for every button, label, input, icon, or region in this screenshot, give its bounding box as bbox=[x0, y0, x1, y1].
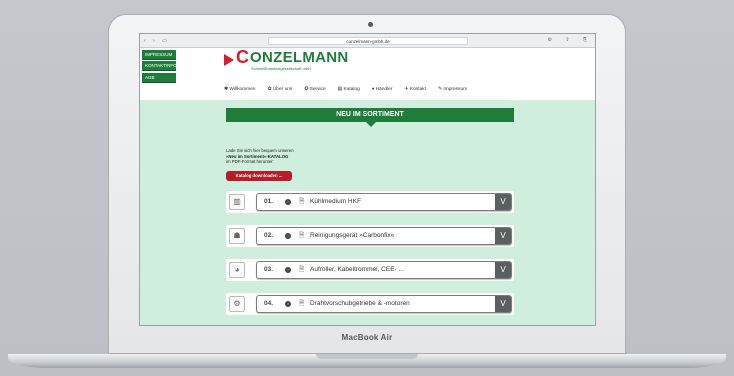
browser-toolbar: ‹ › ▭ conzelmann-gmbh.de ⚙ ⇪ ⎘ bbox=[140, 34, 595, 48]
menu-item-service[interactable]: ✪ Service bbox=[304, 87, 325, 92]
intro-text: Lade Sie sich hier bequem unseren »Neu i… bbox=[226, 148, 294, 165]
laptop-notch bbox=[316, 354, 418, 359]
item-number: 03. bbox=[264, 266, 274, 273]
list-item: ▥ 01. › 🗎 Kühlmedium HKF V bbox=[226, 191, 514, 213]
item-number: 04. bbox=[264, 300, 274, 307]
intro-line-3: im PDF-Format herunter: bbox=[226, 159, 274, 165]
browser-tools-icons[interactable]: ⚙ ⇪ ⎘ bbox=[548, 37, 593, 43]
side-nav-impressum[interactable]: IMPRESSUM bbox=[142, 50, 176, 60]
menu-item-kontakt[interactable]: ✈ Kontakt bbox=[404, 87, 426, 92]
side-nav-kontaktinfo[interactable]: KONTAKTINFO bbox=[142, 61, 177, 71]
side-nav-agb[interactable]: AGB bbox=[142, 73, 176, 83]
menu-item-impressum[interactable]: ✎ Impressum bbox=[438, 87, 467, 92]
arrow-circle-icon: › bbox=[285, 267, 291, 273]
item-number: 01. bbox=[264, 198, 274, 205]
item-name: Aufroller, Kabeltrommel, CEE- ... bbox=[310, 266, 404, 273]
product-thumbnail: ⚙ bbox=[229, 296, 245, 312]
browser-nav-buttons[interactable]: ‹ › ▭ bbox=[140, 38, 180, 44]
document-icon: 🗎 bbox=[299, 300, 305, 307]
product-thumbnail: ◕ bbox=[229, 262, 245, 278]
product-thumbnail: ▥ bbox=[229, 194, 245, 210]
accordion-item-02[interactable]: 02. › 🗎 Reinigungsgerät »Carbonfix« V bbox=[256, 227, 512, 245]
chevron-down-icon[interactable]: V bbox=[495, 194, 511, 210]
camera-icon bbox=[368, 22, 373, 27]
banner-pointer bbox=[366, 122, 376, 127]
menu-item-katalog[interactable]: ▤ Katalog bbox=[338, 87, 360, 92]
arrow-circle-icon: › bbox=[285, 233, 291, 239]
chevron-down-icon[interactable]: V bbox=[495, 296, 511, 312]
document-icon: 🗎 bbox=[299, 198, 305, 205]
item-name: Drahtvorschubgetriebe & -motoren bbox=[310, 300, 410, 307]
list-item: ◕ 03. › 🗎 Aufroller, Kabeltrommel, CEE- … bbox=[226, 259, 514, 281]
logo-wordmark[interactable]: ONZELMANN bbox=[250, 49, 349, 67]
address-bar[interactable]: conzelmann-gmbh.de bbox=[268, 37, 468, 45]
item-number: 02. bbox=[264, 232, 274, 239]
accordion-item-01[interactable]: 01. › 🗎 Kühlmedium HKF V bbox=[256, 193, 512, 211]
laptop-screen: ‹ › ▭ conzelmann-gmbh.de ⚙ ⇪ ⎘ IMPRESSUM… bbox=[139, 33, 596, 326]
item-name: Kühlmedium HKF bbox=[310, 198, 361, 205]
item-name: Reinigungsgerät »Carbonfix« bbox=[310, 232, 395, 239]
document-icon: 🗎 bbox=[299, 232, 305, 239]
laptop-brand-label: MacBook Air bbox=[341, 333, 393, 342]
chevron-down-icon[interactable]: V bbox=[495, 228, 511, 244]
logo-letter-c: C bbox=[236, 47, 249, 67]
main-menu: ✱ Willkommen ✿ Über uns ✪ Service ▤ Kata… bbox=[224, 87, 524, 92]
chevron-down-icon[interactable]: V bbox=[495, 262, 511, 278]
logo-subtitle: Schweißhandelsgesellschaft mbH bbox=[251, 66, 312, 71]
intro-line-1: Lade Sie sich hier bequem unseren bbox=[226, 148, 294, 153]
site-header: IMPRESSUM KONTAKTINFO AGB C ONZELMANN Sc… bbox=[140, 47, 595, 100]
accordion-item-04[interactable]: 04. › 🗎 Drahtvorschubgetriebe & -motoren… bbox=[256, 295, 512, 313]
logo-triangle-icon bbox=[224, 54, 234, 66]
list-item: ☗ 02. › 🗎 Reinigungsgerät »Carbonfix« V bbox=[226, 225, 514, 247]
list-item: ⚙ 04. › 🗎 Drahtvorschubgetriebe & -motor… bbox=[226, 293, 514, 315]
menu-item-willkommen[interactable]: ✱ Willkommen bbox=[224, 87, 255, 92]
product-thumbnail: ☗ bbox=[229, 228, 245, 244]
catalog-download-button[interactable]: Katalog downloaden ... bbox=[226, 171, 292, 181]
arrow-circle-icon: › bbox=[285, 199, 291, 205]
menu-item-haendler[interactable]: ♦ Händler bbox=[372, 87, 393, 92]
document-icon: 🗎 bbox=[299, 266, 305, 273]
accordion-item-03[interactable]: 03. › 🗎 Aufroller, Kabeltrommel, CEE- ..… bbox=[256, 261, 512, 279]
main-content: NEU IM SORTIMENT Lade Sie sich hier bequ… bbox=[140, 100, 595, 325]
section-banner: NEU IM SORTIMENT bbox=[226, 108, 514, 122]
arrow-circle-icon: › bbox=[285, 301, 291, 307]
menu-item-ueber-uns[interactable]: ✿ Über uns bbox=[267, 87, 292, 92]
